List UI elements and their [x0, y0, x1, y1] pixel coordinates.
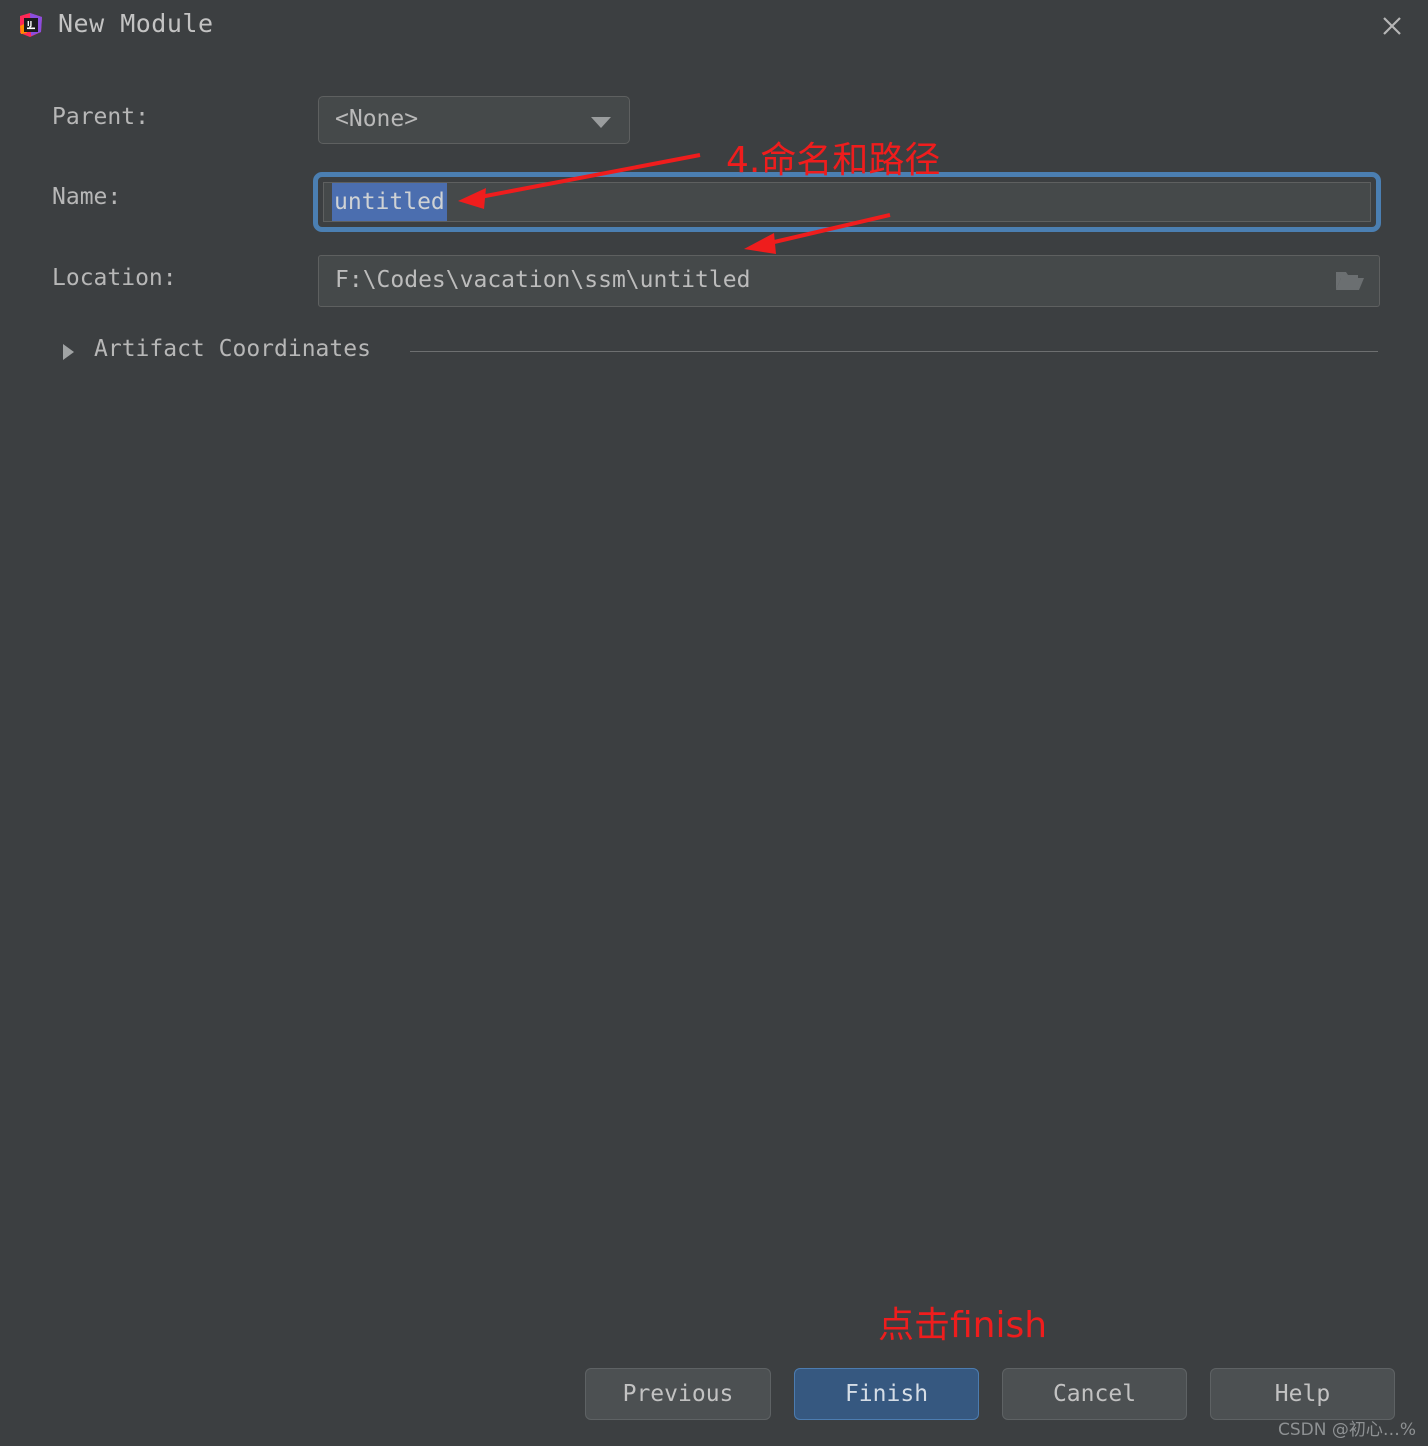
artifact-coordinates-label[interactable]: Artifact Coordinates: [94, 336, 371, 362]
name-label: Name:: [52, 184, 122, 210]
parent-dropdown-value: <None>: [335, 106, 419, 132]
finish-button[interactable]: Finish: [794, 1368, 979, 1420]
window-title: New Module: [58, 9, 214, 38]
close-icon[interactable]: [1376, 10, 1408, 42]
name-input[interactable]: untitled: [323, 182, 1371, 222]
folder-icon[interactable]: [1335, 269, 1365, 293]
help-button[interactable]: Help: [1210, 1368, 1395, 1420]
location-input-value: F:\Codes\vacation\ssm\untitled: [335, 267, 751, 293]
name-input-value: untitled: [332, 183, 447, 221]
chevron-down-icon: [591, 117, 611, 128]
previous-button[interactable]: Previous: [585, 1368, 771, 1420]
cancel-button[interactable]: Cancel: [1002, 1368, 1187, 1420]
parent-dropdown[interactable]: <None>: [318, 96, 630, 144]
triangle-right-icon[interactable]: [63, 344, 74, 360]
window-titlebar: IJ New Module: [0, 0, 1428, 50]
parent-label: Parent:: [52, 104, 149, 130]
artifact-coordinates-section[interactable]: Artifact Coordinates: [52, 336, 1382, 368]
annotation-name-path: 4.命名和路径: [726, 140, 941, 181]
svg-text:IJ: IJ: [27, 20, 32, 28]
section-divider: [410, 351, 1378, 352]
csdn-watermark: CSDN @初心…%: [1277, 1420, 1416, 1440]
location-input[interactable]: F:\Codes\vacation\ssm\untitled: [318, 255, 1380, 307]
location-label: Location:: [52, 265, 177, 291]
annotation-click-finish: 点击finish: [878, 1305, 1048, 1346]
intellij-idea-icon: IJ: [18, 12, 44, 38]
